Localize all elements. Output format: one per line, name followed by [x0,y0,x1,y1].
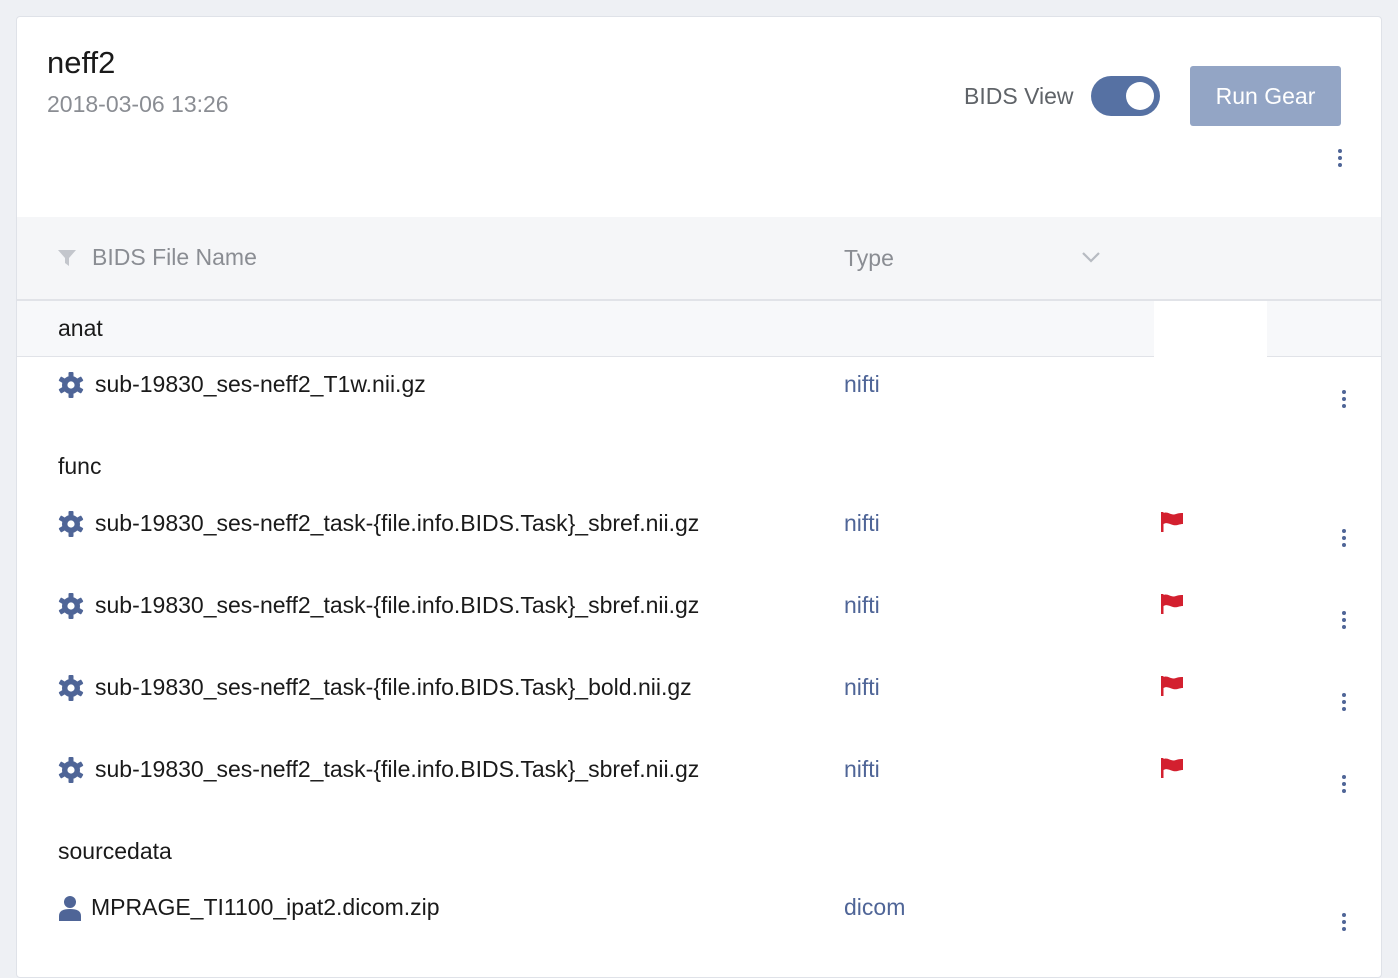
file-type: nifti [844,510,880,536]
session-more-icon[interactable] [1333,147,1347,169]
bids-view-toggle[interactable] [1091,76,1160,116]
table-row[interactable]: sub-19830_ses-neff2_task-{file.info.BIDS… [17,587,1381,629]
file-name-link[interactable]: sub-19830_ses-neff2_T1w.nii.gz [95,371,426,398]
gear-icon [58,511,84,537]
table-row[interactable]: sub-19830_ses-neff2_task-{file.info.BIDS… [17,751,1381,793]
group-label-anat: anat [58,315,103,341]
bids-view-label: BIDS View [964,83,1074,109]
file-type: nifti [844,371,880,397]
flag-icon[interactable] [1159,511,1185,533]
file-type: nifti [844,674,880,700]
row-more-icon[interactable] [1337,773,1351,795]
toggle-knob [1126,82,1154,110]
session-card: neff2 2018-03-06 13:26 BIDS View Run Gea… [16,16,1382,978]
column-type[interactable]: Type [844,245,894,272]
table-header: BIDS File Name Type [17,217,1381,301]
gear-icon [58,372,84,398]
chevron-down-icon[interactable] [1080,248,1102,266]
flag-icon[interactable] [1159,757,1185,779]
user-icon [59,896,81,921]
gear-icon [58,675,84,701]
row-more-icon[interactable] [1337,527,1351,549]
file-name-link[interactable]: sub-19830_ses-neff2_task-{file.info.BIDS… [95,510,699,537]
filter-icon[interactable] [57,248,77,268]
session-title: neff2 [47,45,116,80]
table-row[interactable]: MPRAGE_TI1100_ipat2.dicom.zip dicom [17,889,1381,931]
table-row[interactable]: sub-19830_ses-neff2_task-{file.info.BIDS… [17,669,1381,711]
group-header-bar: anat [17,301,1381,357]
row-more-icon[interactable] [1337,388,1351,410]
column-bids-file-name[interactable]: BIDS File Name [92,244,257,271]
row-more-icon[interactable] [1337,691,1351,713]
group-label-sourcedata: sourcedata [58,838,172,864]
file-name-link[interactable]: MPRAGE_TI1100_ipat2.dicom.zip [91,894,440,921]
table-row[interactable]: sub-19830_ses-neff2_T1w.nii.gz nifti [17,366,1381,408]
row-more-icon[interactable] [1337,911,1351,933]
gear-icon [58,757,84,783]
file-type: dicom [844,894,906,920]
flag-icon[interactable] [1159,675,1185,697]
table-row[interactable]: sub-19830_ses-neff2_task-{file.info.BIDS… [17,505,1381,547]
row-more-icon[interactable] [1337,609,1351,631]
gear-icon [58,593,84,619]
file-name-link[interactable]: sub-19830_ses-neff2_task-{file.info.BIDS… [95,756,699,783]
file-name-link[interactable]: sub-19830_ses-neff2_task-{file.info.BIDS… [95,592,699,619]
group-label-func: func [58,453,102,479]
session-timestamp: 2018-03-06 13:26 [47,91,229,117]
run-gear-button[interactable]: Run Gear [1190,66,1341,126]
flag-icon[interactable] [1159,593,1185,615]
file-type: nifti [844,592,880,618]
file-name-link[interactable]: sub-19830_ses-neff2_task-{file.info.BIDS… [95,674,692,701]
file-type: nifti [844,756,880,782]
